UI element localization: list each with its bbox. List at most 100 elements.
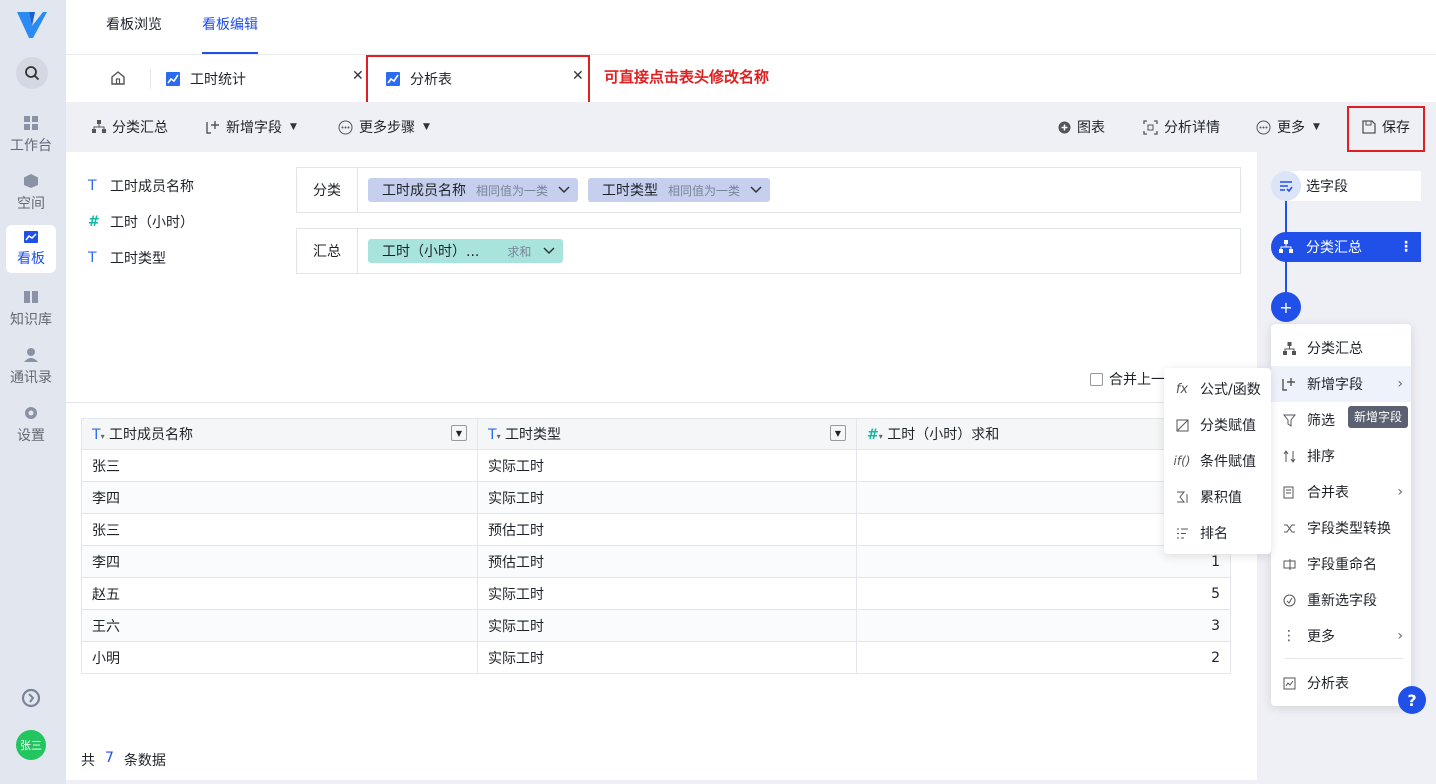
table-cell[interactable]: 预估工时 xyxy=(477,513,857,546)
dropdown-icon[interactable]: ▼ xyxy=(451,425,467,441)
merge-checkbox[interactable]: 合并上一 xyxy=(1090,369,1165,389)
analysis-detail-label: 分析详情 xyxy=(1164,120,1220,136)
menu-item-label: 分类汇总 xyxy=(1307,341,1363,357)
column-header[interactable]: T▾ 工时类型 ▼ xyxy=(477,418,857,450)
more-vertical-icon: ⋮ xyxy=(1282,628,1296,644)
step-group-summary[interactable]: 分类汇总 ⋮ xyxy=(1271,232,1421,262)
menu-item-type-convert[interactable]: 字段类型转换 xyxy=(1271,510,1411,546)
table-cell[interactable]: 实际工时 xyxy=(477,481,857,514)
nav-knowledge[interactable]: 知识库 xyxy=(6,284,56,334)
home-icon[interactable] xyxy=(110,70,126,86)
table-row: 张三 预估工时 xyxy=(81,513,1231,546)
submenu-item-category-assign[interactable]: 分类赋值 xyxy=(1164,407,1271,443)
table-header-row: T▾ 工时成员名称 ▼ T▾ 工时类型 ▼ #▾ 工时（小时）求和 xyxy=(81,418,1231,450)
doc-tab-hours-stats[interactable]: 工时统计 xyxy=(166,55,366,102)
group-chip[interactable]: 工时成员名称 相同值为一类 xyxy=(368,178,579,202)
group-summary-label: 分类汇总 xyxy=(112,120,168,136)
shuffle-icon xyxy=(1271,522,1307,535)
menu-item-analysis-table[interactable]: 分析表 xyxy=(1271,665,1411,701)
help-button[interactable]: ? xyxy=(1398,686,1426,714)
chevron-right-icon: › xyxy=(1397,628,1403,644)
field-item[interactable]: T 工时成员名称 xyxy=(88,176,194,196)
field-item[interactable]: T 工时类型 xyxy=(88,248,166,268)
submenu-item-label: 累积值 xyxy=(1200,490,1242,506)
menu-item-sort[interactable]: 排序 xyxy=(1271,438,1411,474)
more-steps-button[interactable]: 更多步骤 ▼ xyxy=(338,102,430,152)
submenu-item-rank[interactable]: 排名 xyxy=(1164,515,1271,551)
checkbox[interactable] xyxy=(1090,372,1103,386)
chip-mode: 相同值为一类 xyxy=(476,183,549,198)
column-header[interactable]: T▾ 工时成员名称 ▼ xyxy=(81,418,478,450)
table-cell[interactable]: 3 xyxy=(856,609,1231,642)
add-field-icon xyxy=(1271,377,1307,391)
nav-settings[interactable]: 设置 xyxy=(6,400,56,450)
summary-chip[interactable]: 工时（小时）... 求和 xyxy=(368,239,564,263)
table-cell[interactable]: 实际工时 xyxy=(477,641,857,674)
group-summary-button[interactable]: 分类汇总 xyxy=(92,102,168,152)
submenu-item-cumulative[interactable]: 累积值 xyxy=(1164,479,1271,515)
menu-item-merge-table[interactable]: 合并表 › xyxy=(1271,474,1411,510)
nav-workbench[interactable]: 工作台 xyxy=(6,110,56,160)
add-field-button[interactable]: 新增字段 ▼ xyxy=(206,102,297,152)
chart-button[interactable]: 图表 xyxy=(1058,102,1105,152)
table-cell[interactable]: 赵五 xyxy=(81,577,478,610)
avatar[interactable]: 张三 xyxy=(16,730,46,760)
table-row: 赵五 实际工时 5 xyxy=(81,577,1231,610)
nav-space[interactable]: 空间 xyxy=(6,168,56,218)
menu-item-label: 更多 xyxy=(1307,629,1335,645)
step-label: 选字段 xyxy=(1306,179,1348,195)
nav-contacts[interactable]: 通讯录 xyxy=(6,342,56,392)
search-icon[interactable] xyxy=(16,57,48,89)
menu-item-more[interactable]: ⋮ 更多 › xyxy=(1271,618,1411,654)
menu-item-add-field[interactable]: 新增字段 › xyxy=(1271,366,1411,402)
dropdown-icon[interactable]: ▼ xyxy=(830,425,846,441)
submenu-item-label: 排名 xyxy=(1200,526,1228,542)
summary-config-label: 汇总 xyxy=(297,229,358,273)
chevron-right-icon: › xyxy=(1397,484,1403,500)
cumulative-icon xyxy=(1164,491,1200,504)
menu-item-rename-field[interactable]: 字段重命名 xyxy=(1271,546,1411,582)
scrollbar-track[interactable] xyxy=(66,780,1257,784)
reselect-icon xyxy=(1271,594,1307,607)
table-cell[interactable]: 王六 xyxy=(81,609,478,642)
menu-item-label: 重新选字段 xyxy=(1307,593,1377,609)
rename-icon xyxy=(1271,558,1307,571)
table-cell[interactable]: 实际工时 xyxy=(477,609,857,642)
table-cell[interactable]: 实际工时 xyxy=(477,577,857,610)
menu-item-group-summary[interactable]: 分类汇总 xyxy=(1271,330,1411,366)
table-cell[interactable]: 实际工时 xyxy=(477,449,857,482)
menu-item-reselect-field[interactable]: 重新选字段 xyxy=(1271,582,1411,618)
nav-dashboard[interactable]: 看板 xyxy=(6,225,56,273)
step-select-field[interactable]: 选字段 xyxy=(1271,171,1421,201)
table-cell[interactable]: 预估工时 xyxy=(477,545,857,578)
table-row: 李四 实际工时 xyxy=(81,481,1231,514)
group-chip[interactable]: 工时类型 相同值为一类 xyxy=(588,178,771,202)
chevron-right-icon: › xyxy=(1397,376,1403,392)
more-button[interactable]: 更多 ▼ xyxy=(1256,102,1320,152)
table-cell[interactable]: 2 xyxy=(856,641,1231,674)
tab-dashboard-edit[interactable]: 看板编辑 xyxy=(202,0,258,54)
data-table: T▾ 工时成员名称 ▼ T▾ 工时类型 ▼ #▾ 工时（小时）求和 张三 实际工时 李… xyxy=(81,418,1231,674)
analysis-detail-button[interactable]: 分析详情 xyxy=(1143,102,1220,152)
field-item[interactable]: # 工时（小时） xyxy=(88,212,194,232)
merge-table-icon xyxy=(1271,486,1307,499)
table-cell[interactable]: 李四 xyxy=(81,481,478,514)
add-step-button[interactable]: + xyxy=(1271,292,1301,322)
table-cell[interactable]: 张三 xyxy=(81,449,478,482)
table-cell[interactable]: 5 xyxy=(856,577,1231,610)
more-vertical-icon[interactable]: ⋮ xyxy=(1399,239,1413,255)
table-cell[interactable]: 张三 xyxy=(81,513,478,546)
tab-dashboard-browse[interactable]: 看板浏览 xyxy=(106,0,162,54)
table-cell[interactable]: 李四 xyxy=(81,545,478,578)
more-label: 更多 xyxy=(1277,120,1305,136)
table-cell[interactable]: 小明 xyxy=(81,641,478,674)
more-steps-label: 更多步骤 xyxy=(359,120,415,136)
support-icon[interactable] xyxy=(21,688,41,708)
submenu-item-formula[interactable]: fx 公式/函数 xyxy=(1164,371,1271,407)
close-icon[interactable]: ✕ xyxy=(352,68,364,84)
row-count-prefix: 共 xyxy=(81,753,95,769)
field-name: 工时成员名称 xyxy=(110,179,194,195)
app-logo[interactable] xyxy=(15,10,49,40)
submenu-item-condition-assign[interactable]: if() 条件赋值 xyxy=(1164,443,1271,479)
nav-knowledge-label: 知识库 xyxy=(10,312,52,328)
